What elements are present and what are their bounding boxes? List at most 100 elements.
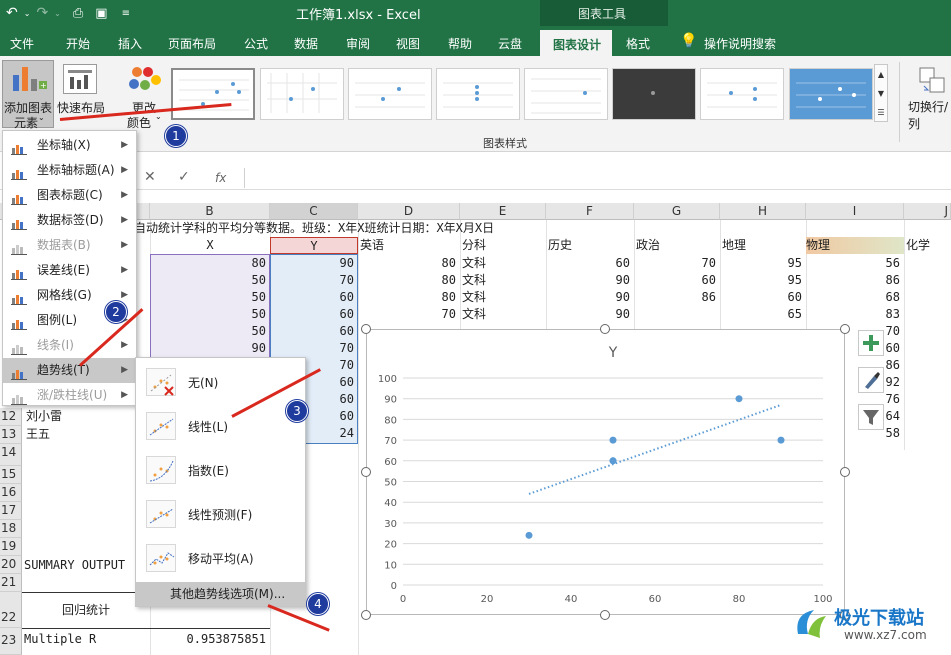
palette-icon[interactable] — [128, 64, 162, 96]
cell-b-value[interactable]: 50 — [150, 289, 270, 306]
cell-header-track[interactable]: 分科 — [462, 237, 546, 254]
cell-f-value[interactable]: 90 — [546, 272, 634, 289]
chart-resize-handle[interactable] — [600, 324, 610, 334]
change-colors-label2[interactable]: 颜色 — [127, 114, 151, 131]
redo-icon[interactable]: ↷ — [36, 5, 48, 21]
tab-formulas[interactable]: 公式 — [244, 35, 268, 52]
trendline-option-0[interactable]: 无(N) — [136, 360, 305, 404]
cell-header-politics[interactable]: 政治 — [636, 237, 720, 254]
formula-input[interactable] — [246, 168, 946, 188]
tab-data[interactable]: 数据 — [294, 35, 318, 52]
cancel-icon[interactable]: ✕ — [144, 169, 156, 185]
chart-resize-handle[interactable] — [600, 610, 610, 620]
chart-filters-button[interactable] — [858, 404, 884, 430]
cell-header-x[interactable]: X — [150, 237, 270, 254]
cell-b-value[interactable]: 50 — [150, 323, 270, 340]
cell-b23[interactable]: 0.953875851 — [150, 631, 270, 648]
cell-f-value[interactable]: 60 — [546, 255, 634, 272]
cell-g-value[interactable]: 60 — [634, 272, 720, 289]
cell-header-y[interactable]: Y — [270, 237, 358, 254]
column-header-e[interactable]: E — [460, 203, 546, 220]
column-header-f[interactable]: F — [546, 203, 634, 220]
cell-h-value[interactable]: 95 — [720, 255, 806, 272]
undo-dropdown-icon[interactable]: ⌄ — [24, 9, 31, 18]
cell-header-english[interactable]: 英语 — [360, 237, 460, 254]
chart-elements-button[interactable] — [858, 330, 884, 356]
tab-page-layout[interactable]: 页面布局 — [168, 35, 216, 52]
chart-style-2[interactable] — [260, 68, 344, 120]
cell-a22[interactable]: 回归统计 — [22, 602, 150, 619]
cell-c-value[interactable]: 60 — [270, 323, 358, 340]
cell-b-value[interactable]: 50 — [150, 272, 270, 289]
menu-item-axes[interactable]: 坐标轴(X) ▶ — [3, 133, 136, 158]
scatter-point[interactable] — [735, 395, 743, 403]
cell-header-physics[interactable]: 物理 — [806, 237, 904, 254]
menu-item-data-labels[interactable]: 数据标签(D) ▶ — [3, 208, 136, 233]
menu-item-chart-title[interactable]: 图表标题(C) ▶ — [3, 183, 136, 208]
tab-home[interactable]: 开始 — [66, 35, 90, 52]
chart-style-1[interactable] — [171, 68, 255, 120]
scroll-up-icon[interactable]: ▲ — [875, 65, 887, 84]
tab-cloud[interactable]: 云盘 — [498, 35, 522, 52]
chart-resize-handle[interactable] — [840, 324, 850, 334]
row-header-12[interactable]: 12 — [0, 408, 22, 426]
cell-c-value[interactable]: 70 — [270, 272, 358, 289]
cell-b-value[interactable]: 50 — [150, 306, 270, 323]
cell-g-value[interactable]: 86 — [634, 289, 720, 306]
customize-qat-icon[interactable]: ≡ — [122, 8, 130, 19]
switch-row-column-button[interactable]: 切换行/列 — [908, 98, 951, 132]
redo-dropdown-icon[interactable]: ⌄ — [54, 9, 61, 18]
cell-d-value[interactable]: 80 — [358, 272, 460, 289]
quick-layout-icon[interactable] — [63, 64, 97, 94]
trendline-option-3[interactable]: 线性预测(F) — [136, 492, 305, 536]
cell-e-value[interactable]: 文科 — [462, 272, 546, 289]
print-preview-icon[interactable]: ⎙ — [73, 6, 83, 21]
row-header-14[interactable]: 14 — [0, 444, 22, 466]
linear-trendline[interactable] — [528, 403, 782, 495]
tab-insert[interactable]: 插入 — [118, 35, 142, 52]
tab-view[interactable]: 视图 — [396, 35, 420, 52]
row-header-23[interactable]: 23 — [0, 628, 22, 655]
cell-d-value[interactable]: 80 — [358, 255, 460, 272]
cell-c-value[interactable]: 60 — [270, 306, 358, 323]
row-header-13[interactable]: 13 — [0, 426, 22, 444]
cell-g-value[interactable]: 70 — [634, 255, 720, 272]
cell-g-value[interactable] — [634, 306, 720, 323]
tell-me-search[interactable]: 操作说明搜索 — [704, 35, 776, 52]
cell-i-value[interactable]: 83 — [806, 306, 904, 323]
chart-styles-scroll[interactable]: ▲ ▼ ☰ — [874, 64, 888, 122]
cell-header-history[interactable]: 历史 — [548, 237, 634, 254]
more-trendline-options[interactable]: 其他趋势线选项(M)... — [136, 582, 305, 606]
scatter-point[interactable] — [777, 436, 785, 444]
cell-d-value[interactable]: 80 — [358, 289, 460, 306]
row-header-21[interactable]: 21 — [0, 574, 22, 592]
chart-resize-handle[interactable] — [361, 610, 371, 620]
column-header-j[interactable]: J — [904, 203, 951, 220]
chart-style-5[interactable] — [524, 68, 608, 120]
menu-item-axis-title[interactable]: 坐标轴标题(A) ▶ — [3, 158, 136, 183]
row-header-18[interactable]: 18 — [0, 520, 22, 538]
cell-f-value[interactable]: 90 — [546, 306, 634, 323]
cell-h-value[interactable]: 60 — [720, 289, 806, 306]
more-styles-icon[interactable]: ☰ — [875, 103, 887, 122]
cell-e-value[interactable]: 文科 — [462, 255, 546, 272]
trendline-option-2[interactable]: 指数(E) — [136, 448, 305, 492]
tab-help[interactable]: 帮助 — [448, 35, 472, 52]
column-header-h[interactable]: H — [720, 203, 806, 220]
scatter-point[interactable] — [609, 457, 617, 465]
cell-a13[interactable]: 王五 — [26, 426, 146, 443]
cell-i-value[interactable]: 86 — [806, 272, 904, 289]
cell-h-value[interactable]: 65 — [720, 306, 806, 323]
cell-b1[interactable]: 自动统计学科的平均分等数据。班级：X年X班统计日期：X年X月X日 — [134, 220, 634, 237]
tab-review[interactable]: 审阅 — [346, 35, 370, 52]
chart-style-7[interactable] — [700, 68, 784, 120]
trendline-option-1[interactable]: 线性(L) — [136, 404, 305, 448]
column-header-i[interactable]: I — [806, 203, 904, 220]
scroll-down-icon[interactable]: ▼ — [875, 84, 887, 103]
trendline-option-4[interactable]: 移动平均(A) — [136, 536, 305, 580]
row-header-20[interactable]: 20 — [0, 556, 22, 574]
chart-style-8[interactable] — [789, 68, 873, 120]
menu-item-trendline[interactable]: 趋势线(T) ▶ — [3, 358, 136, 383]
cell-a23[interactable]: Multiple R — [24, 631, 150, 648]
cell-c-value[interactable]: 90 — [270, 255, 358, 272]
